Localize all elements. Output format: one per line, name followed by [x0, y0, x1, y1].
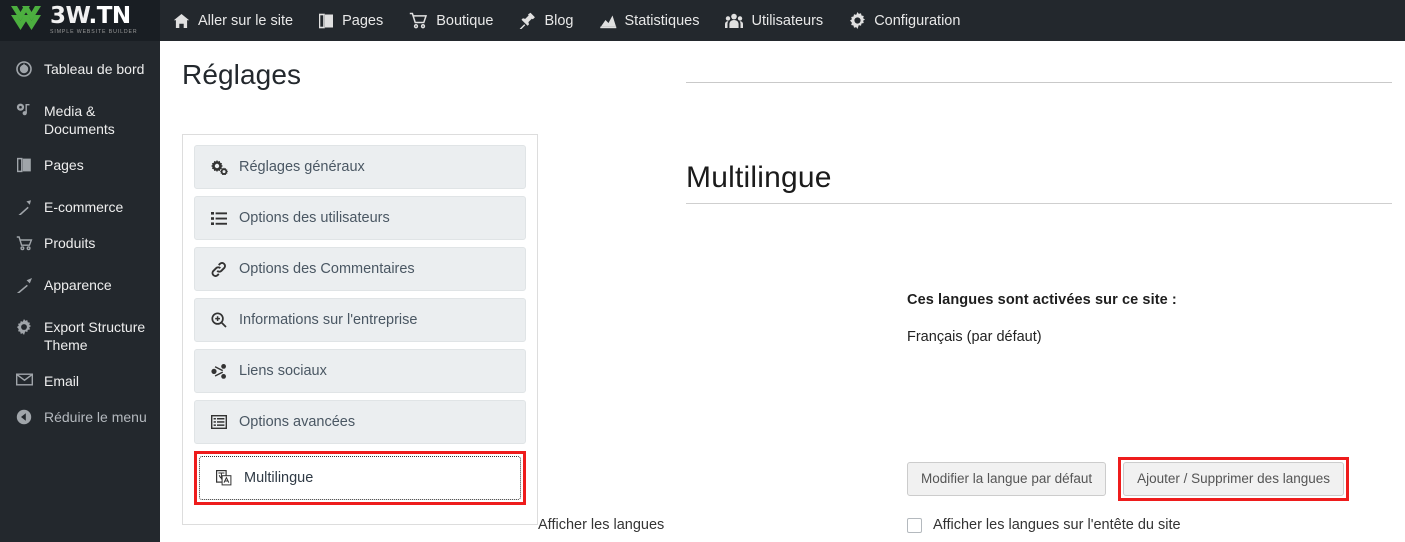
- settings-item-label: Multilingue: [244, 470, 314, 486]
- brand-title-suffix: .TN: [88, 3, 132, 30]
- brush-icon: [14, 277, 34, 293]
- home-icon: [173, 13, 190, 29]
- multilingue-detail-panel: Multilingue Ces langues sont activées su…: [538, 82, 1405, 542]
- topnav-item-configuration[interactable]: Configuration: [836, 0, 973, 41]
- sidebar-item-e-commerce[interactable]: E-commerce: [0, 189, 160, 225]
- settings-item-reglages-generaux[interactable]: Réglages généraux: [194, 145, 526, 189]
- settings-item-label: Options des Commentaires: [239, 261, 415, 277]
- topnav-label: Pages: [342, 12, 384, 29]
- show-languages-checkbox[interactable]: [907, 517, 922, 533]
- topnav-label: Statistiques: [624, 12, 700, 29]
- sidebar-item-label: Media & Documents: [44, 103, 115, 137]
- detail-title-divider: [686, 203, 1392, 204]
- cart-icon: [14, 235, 34, 251]
- show-languages-checkbox-wrap[interactable]: Afficher les langues sur l'entête du sit…: [907, 517, 1181, 533]
- left-sidebar: Tableau de bord Media & Documents Pages: [0, 41, 160, 542]
- work-area: Réglages généraux Options des utilisateu…: [182, 82, 1405, 542]
- dashboard-icon: [14, 61, 34, 77]
- sidebar-item-media-documents[interactable]: Media & Documents: [0, 93, 160, 147]
- link-icon: [210, 261, 228, 277]
- settings-list-panel: Réglages généraux Options des utilisateu…: [182, 134, 538, 525]
- settings-item-label: Options avancées: [239, 414, 356, 430]
- sidebar-item-label: Réduire le menu: [44, 409, 147, 425]
- sidebar-item-pages[interactable]: Pages: [0, 147, 160, 183]
- cogs-icon: [210, 159, 228, 175]
- sidebar-item-label: E-commerce: [44, 199, 124, 215]
- sidebar-item-label: Apparence: [44, 277, 112, 293]
- sidebar-item-produits[interactable]: Produits: [0, 225, 160, 261]
- settings-item-label: Options des utilisateurs: [239, 210, 390, 226]
- collapse-arrow-icon: [14, 409, 34, 425]
- main-content: Réglages Réglages généraux Options des u…: [160, 41, 1405, 542]
- settings-item-options-avancees[interactable]: Options avancées: [194, 400, 526, 444]
- users-icon: [725, 13, 744, 29]
- pages-icon: [319, 13, 334, 29]
- gear-icon: [849, 12, 866, 29]
- admin-top-bar: 3W.TN SIMPLE WEBSITE BUILDER Aller sur l…: [0, 0, 1405, 41]
- active-languages-heading: Ces langues sont activées sur ce site :: [907, 292, 1177, 308]
- sidebar-item-label: Email: [44, 373, 80, 389]
- sidebar-item-reduire-le-menu[interactable]: Réduire le menu: [0, 399, 160, 435]
- topnav-label: Aller sur le site: [198, 12, 294, 29]
- settings-item-options-des-utilisateurs[interactable]: Options des utilisateurs: [194, 196, 526, 240]
- search-plus-icon: [210, 312, 228, 328]
- shopping-cart-icon: [409, 12, 428, 29]
- sidebar-item-label: Produits: [44, 235, 96, 251]
- topnav-item-pages[interactable]: Pages: [306, 0, 396, 41]
- topnav-label: Utilisateurs: [751, 12, 824, 29]
- sidebar-item-label: Pages: [44, 157, 84, 173]
- gear-icon: [14, 319, 34, 335]
- show-languages-row: Afficher les langues Afficher les langue…: [538, 517, 1405, 533]
- brand-tagline: SIMPLE WEBSITE BUILDER: [50, 29, 138, 36]
- share-icon: [210, 363, 228, 379]
- sidebar-item-apparence[interactable]: Apparence: [0, 267, 160, 303]
- top-navigation: Aller sur le site Pages Boutique Blog St…: [160, 0, 973, 41]
- pages-icon: [14, 157, 34, 173]
- settings-item-multilingue[interactable]: Multilingue: [199, 456, 521, 500]
- sidebar-item-email[interactable]: Email: [0, 363, 160, 399]
- ecommerce-icon: [14, 199, 34, 215]
- language-actions-row: Modifier la langue par défaut Ajouter / …: [907, 457, 1349, 501]
- topnav-label: Boutique: [436, 12, 494, 29]
- language-flag-icon: [215, 470, 233, 486]
- envelope-icon: [14, 373, 34, 386]
- sidebar-item-export-structure-theme[interactable]: Export Structure Theme: [0, 309, 160, 363]
- topnav-item-statistiques[interactable]: Statistiques: [587, 0, 713, 41]
- topnav-label: Configuration: [874, 12, 961, 29]
- pushpin-icon: [519, 12, 536, 29]
- topnav-label: Blog: [544, 12, 574, 29]
- settings-item-label: Réglages généraux: [239, 159, 365, 175]
- list-icon: [210, 211, 228, 225]
- chart-icon: [599, 13, 617, 29]
- settings-item-informations-sur-l-entreprise[interactable]: Informations sur l'entreprise: [194, 298, 526, 342]
- settings-item-label: Liens sociaux: [239, 363, 327, 379]
- default-language-value: Français (par défaut): [907, 329, 1042, 345]
- topnav-item-blog[interactable]: Blog: [506, 0, 586, 41]
- detail-top-divider: [686, 82, 1392, 83]
- topnav-item-boutique[interactable]: Boutique: [396, 0, 506, 41]
- show-languages-checkbox-label[interactable]: Afficher les langues sur l'entête du sit…: [933, 517, 1181, 533]
- active-languages-block: Ces langues sont activées sur ce site : …: [907, 292, 1405, 345]
- detail-title: Multilingue: [686, 161, 832, 194]
- multilingue-highlight-box: Multilingue: [194, 451, 526, 505]
- brand-logo[interactable]: 3W.TN SIMPLE WEBSITE BUILDER: [0, 0, 160, 41]
- topnav-item-aller-sur-le-site[interactable]: Aller sur le site: [160, 0, 306, 41]
- show-languages-field-label: Afficher les langues: [538, 517, 665, 533]
- settings-item-options-des-commentaires[interactable]: Options des Commentaires: [194, 247, 526, 291]
- brand-title-main: 3W: [50, 3, 89, 30]
- settings-item-label: Informations sur l'entreprise: [239, 312, 418, 328]
- list-alt-icon: [210, 415, 228, 429]
- topnav-item-utilisateurs[interactable]: Utilisateurs: [712, 0, 836, 41]
- sidebar-item-label: Tableau de bord: [44, 61, 145, 77]
- edit-default-language-button[interactable]: Modifier la langue par défaut: [907, 462, 1107, 496]
- media-icon: [14, 103, 34, 119]
- settings-item-liens-sociaux[interactable]: Liens sociaux: [194, 349, 526, 393]
- sidebar-item-tableau-de-bord[interactable]: Tableau de bord: [0, 51, 160, 87]
- add-remove-languages-button[interactable]: Ajouter / Supprimer des langues: [1123, 462, 1344, 496]
- page-title: Réglages: [182, 59, 302, 90]
- green-chevrons-logo-icon: [10, 4, 44, 37]
- add-remove-languages-highlight-box: Ajouter / Supprimer des langues: [1118, 457, 1349, 501]
- sidebar-item-label: Export Structure Theme: [44, 319, 146, 353]
